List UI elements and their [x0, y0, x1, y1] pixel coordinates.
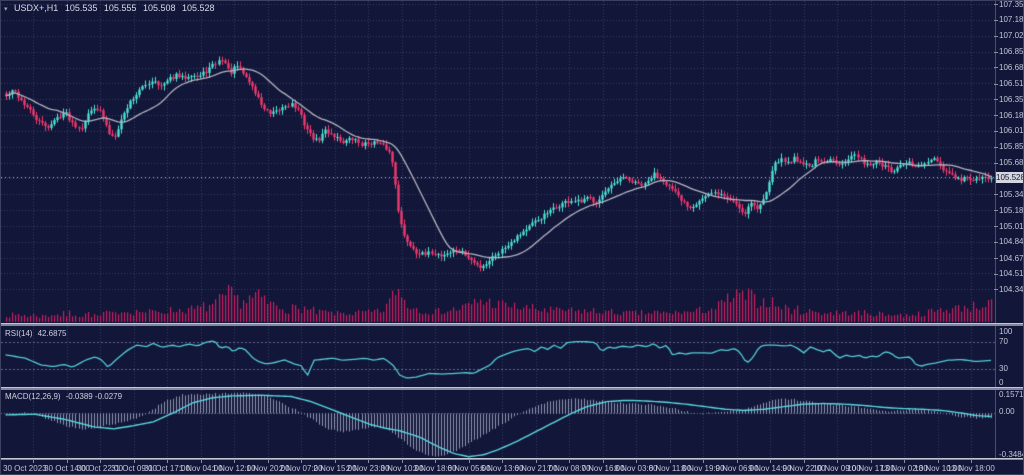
- rsi-axis-label: 0: [999, 378, 1003, 387]
- price-axis-divider: [995, 1, 996, 460]
- price-tick: [994, 131, 998, 132]
- time-axis-label: 13 Nov 18:00: [947, 464, 995, 473]
- time-tick: [301, 460, 302, 463]
- time-tick: [569, 460, 570, 463]
- time-tick: [603, 460, 604, 463]
- time-tick: [167, 460, 168, 463]
- rsi-indicator-chart[interactable]: [1, 326, 995, 387]
- price-axis-label: 106.515: [999, 79, 1024, 88]
- time-axis-label: 30 Oct 2023: [3, 464, 47, 473]
- ohlc-close: 105.528: [182, 3, 215, 13]
- price-axis-label: 107.020: [999, 31, 1024, 40]
- price-axis-label: 105.680: [999, 158, 1024, 167]
- time-tick: [636, 460, 637, 463]
- time-tick: [469, 460, 470, 463]
- price-tick: [994, 52, 998, 53]
- time-tick: [234, 460, 235, 463]
- price-axis-label: 105.850: [999, 142, 1024, 151]
- rsi-axis-label: 70: [999, 337, 1008, 346]
- price-axis-label: 106.015: [999, 126, 1024, 135]
- time-tick: [670, 460, 671, 463]
- price-tick: [994, 36, 998, 37]
- time-tick: [770, 460, 771, 463]
- symbol-dropdown-icon[interactable]: ▾: [4, 5, 8, 13]
- macd-label: MACD(12,26,9)-0.0389 -0.0279: [5, 392, 122, 401]
- time-tick: [368, 460, 369, 463]
- ohlc-high: 105.555: [104, 3, 137, 13]
- time-tick: [737, 460, 738, 463]
- price-tick: [994, 163, 998, 164]
- price-tick: [994, 194, 998, 195]
- symbol-timeframe: USDX+,H1: [14, 3, 58, 13]
- time-tick: [703, 460, 704, 463]
- price-tick: [994, 99, 998, 100]
- price-tick: [994, 242, 998, 243]
- price-tick: [994, 226, 998, 227]
- ohlc-open: 105.535: [65, 3, 98, 13]
- price-axis-label: 104.345: [999, 285, 1024, 294]
- ohlc-header: ▾ USDX+,H1 105.535 105.555 105.508 105.5…: [4, 3, 219, 13]
- macd-axis-label: 0.00: [999, 407, 1015, 416]
- rsi-label: RSI(14)42.6875: [5, 329, 66, 338]
- time-tick: [33, 460, 34, 463]
- price-axis-label: 105.010: [999, 222, 1024, 231]
- time-tick: [335, 460, 336, 463]
- price-axis-label: 106.350: [999, 95, 1024, 104]
- price-axis-label: 105.345: [999, 190, 1024, 199]
- price-axis-label: 107.185: [999, 15, 1024, 24]
- price-axis-label: 107.350: [999, 0, 1024, 9]
- time-tick: [837, 460, 838, 463]
- time-tick: [804, 460, 805, 463]
- time-tick: [536, 460, 537, 463]
- panel-separator[interactable]: [1, 387, 1024, 390]
- main-price-chart[interactable]: [1, 1, 995, 323]
- price-axis-label: 104.510: [999, 269, 1024, 278]
- panel-separator[interactable]: [1, 458, 1024, 460]
- price-tick: [994, 258, 998, 259]
- time-tick: [904, 460, 905, 463]
- price-tick: [994, 147, 998, 148]
- price-tick: [994, 289, 998, 290]
- rsi-axis-label: 30: [999, 364, 1008, 373]
- price-tick: [994, 84, 998, 85]
- time-tick: [402, 460, 403, 463]
- price-tick: [994, 67, 998, 68]
- panel-separator[interactable]: [1, 323, 1024, 326]
- time-tick: [502, 460, 503, 463]
- price-axis-label: 106.850: [999, 47, 1024, 56]
- rsi-axis-label: 100: [999, 327, 1012, 336]
- price-axis-label: 106.685: [999, 63, 1024, 72]
- time-tick: [100, 460, 101, 463]
- price-tick: [994, 20, 998, 21]
- time-tick: [871, 460, 872, 463]
- price-tick: [994, 274, 998, 275]
- price-tick: [994, 210, 998, 211]
- time-tick: [134, 460, 135, 463]
- time-tick: [938, 460, 939, 463]
- price-axis-label: 104.675: [999, 254, 1024, 263]
- price-tick: [994, 4, 998, 5]
- current-price-box: 105.528: [996, 172, 1024, 183]
- time-tick: [971, 460, 972, 463]
- ohlc-low: 105.508: [143, 3, 176, 13]
- price-axis-label: 106.180: [999, 111, 1024, 120]
- price-axis-label: 104.845: [999, 237, 1024, 246]
- price-axis-label: 105.180: [999, 206, 1024, 215]
- time-axis[interactable]: 30 Oct 202330 Oct 14:0030 Oct 22:0031 Oc…: [1, 460, 1024, 475]
- price-tick: [994, 115, 998, 116]
- time-tick: [67, 460, 68, 463]
- time-tick: [268, 460, 269, 463]
- time-tick: [435, 460, 436, 463]
- chart-window: ▾ USDX+,H1 105.535 105.555 105.508 105.5…: [0, 0, 1024, 475]
- macd-indicator-chart[interactable]: [1, 390, 995, 458]
- macd-axis-label: 0.1571: [999, 390, 1023, 399]
- time-tick: [201, 460, 202, 463]
